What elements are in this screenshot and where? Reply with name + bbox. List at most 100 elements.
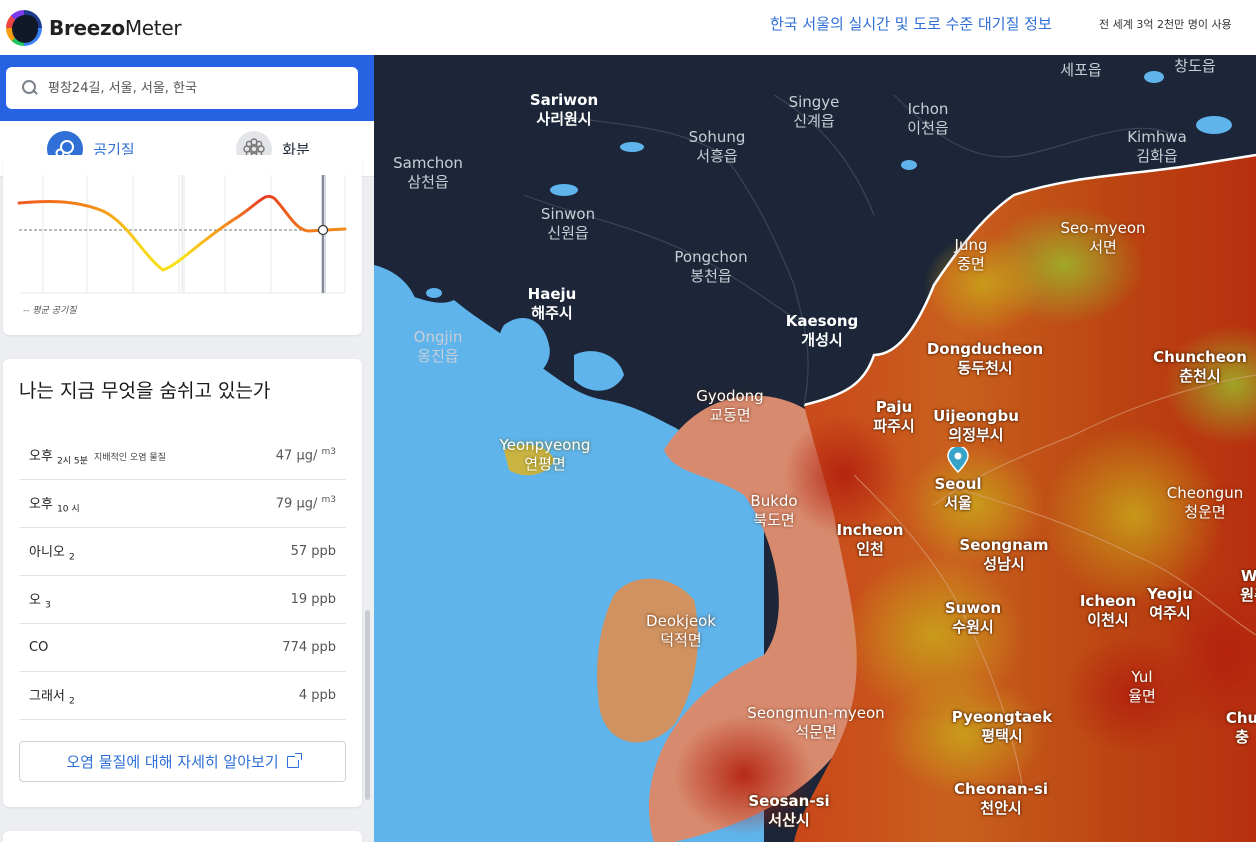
pollutant-row[interactable]: 그래서 2 4 ppb: [19, 672, 346, 720]
pollutant-row[interactable]: 오후 10 시 79 μg/ m3: [19, 480, 346, 528]
pollutant-row[interactable]: 아니오 2 57 ppb: [19, 528, 346, 576]
search-bar-container: [0, 55, 374, 121]
dominant-pollutant-tag: 지배적인 오염 물질: [93, 452, 166, 463]
pollutant-name: 오후 10 시: [29, 493, 80, 515]
map-label-sohung: Sohung 서흥읍: [688, 128, 746, 165]
pollutant-name: 오 3: [29, 589, 51, 611]
pollutant-value: 57 ppb: [290, 544, 336, 559]
map-label-incheon: Incheon 인천: [836, 521, 904, 558]
map-label-sariwon: Sariwon 사리원시: [529, 91, 599, 128]
map-label-seomyeon: Seo-myeon 서면: [1060, 219, 1146, 256]
pollutant-name-sub: 2: [69, 696, 75, 707]
logo-icon: [6, 9, 42, 46]
pollutant-name-main: 그래서: [29, 688, 65, 704]
pollutant-name: CO: [29, 640, 49, 655]
pollutant-name-main: 오: [29, 592, 41, 608]
map-label-yul: Yul 율면: [1128, 668, 1156, 705]
pollutant-row[interactable]: 오후 2시 5분 지배적인 오염 물질 47 μg/ m3: [19, 432, 346, 480]
map-label-kimhwa: Kimhwa 김화읍: [1127, 128, 1187, 165]
logo-text: BreezoMeter: [49, 15, 182, 40]
pollutant-row[interactable]: 오 3 19 ppb: [19, 576, 346, 624]
pollutant-name: 그래서 2: [29, 685, 75, 707]
pollutant-name-sub: 3: [45, 600, 51, 611]
header-subtitle: 전 세계 3억 2천만 명이 사용: [1099, 18, 1232, 31]
pollutant-value: 47 μg/ m3: [276, 447, 336, 463]
sea-inlet-2: [574, 351, 624, 391]
map-label-kaesong: Kaesong 개성시: [785, 312, 859, 349]
pollutant-row[interactable]: CO 774 ppb: [19, 624, 346, 672]
map-label-wo: Wo원주: [1240, 567, 1256, 604]
map-label-sepo: 세포읍: [1060, 61, 1102, 79]
map-label-ichon: Ichon 이천읍: [907, 100, 949, 137]
air-quality-map[interactable]: Sariwon 사리원시 Singye 신계읍 Ichon 이천읍 세포읍 창도읍 S…: [374, 55, 1256, 842]
learn-more-pollutants-button[interactable]: 오염 물질에 대해 자세히 알아보기: [19, 741, 346, 782]
learn-more-label: 오염 물질에 대해 자세히 알아보기: [66, 753, 279, 771]
map-label-seongnam: Seongnam 성남시: [959, 536, 1049, 573]
current-point: [317, 224, 329, 236]
map-label-chuncheon: Chuncheon 춘천시: [1153, 348, 1247, 385]
map-label-jung: Jung 중면: [954, 236, 988, 273]
pollutant-name-main: 오후: [29, 496, 53, 512]
side-panel: 공기질 화분: [0, 55, 374, 842]
search-icon: [22, 80, 38, 96]
pollutant-unit-sup: m3: [321, 495, 337, 506]
map-label-samchon: Samchon 삼천읍: [393, 154, 463, 191]
map-label-seosan: Seosan-si 서산시: [748, 792, 830, 829]
pollutant-name: 아니오 2: [29, 541, 75, 563]
map-label-pyeongtaek: Pyeongtaek 평택시: [951, 708, 1053, 745]
logo-light: Meter: [124, 15, 182, 40]
pollutant-name-sub: 10 시: [57, 504, 80, 515]
pollutant-value: 4 ppb: [298, 688, 336, 703]
map-label-ongjin: Ongjin 옹진읍: [413, 328, 463, 365]
external-link-icon: [286, 752, 302, 768]
location-pin-icon[interactable]: [945, 447, 971, 473]
air-quality-trend-chart[interactable]: [3, 155, 362, 295]
pollutant-value-text: 79 μg/: [275, 496, 318, 512]
map-label-pongchon: Pongchon 봉천읍: [674, 248, 748, 285]
logo-bold: Breezo: [49, 15, 125, 40]
map-label-cheonan: Cheonan-si 천안시: [954, 780, 1048, 817]
map-label-uijeongbu: Uijeongbu 의정부시: [933, 407, 1019, 444]
map-label-seongmun: Seongmun-myeon 석문면: [747, 704, 885, 741]
pollutant-name-sub: 2: [69, 552, 75, 563]
map-label-deokjeok: Deokjeok 덕적면: [646, 612, 716, 649]
top-header: BreezoMeter 한국 서울의 실시간 및 도로 수준 대기질 정보 전 …: [0, 0, 1256, 55]
map-label-sinwon: Sinwon 신원읍: [540, 205, 596, 242]
night-shade: [181, 175, 185, 293]
map-label-chu: Chu 충: [1225, 709, 1256, 746]
map-label-yeoju: Yeoju 여주시: [1147, 585, 1193, 622]
pollutant-list: 오후 2시 5분 지배적인 오염 물질 47 μg/ m3 오후 10 시 79 …: [19, 432, 346, 720]
chart-legend-label: 평균 공기질: [32, 306, 77, 316]
pollutant-name: 오후 2시 5분 지배적인 오염 물질: [29, 445, 166, 467]
map-label-paju: Paju 파주시: [873, 398, 915, 435]
pollutant-name-sub: 2시 5분: [57, 456, 88, 467]
air-quality-chart-card: -- 평균 공기질: [3, 155, 362, 335]
pollutant-value: 774 ppb: [282, 640, 336, 655]
pollutant-name-main: 아니오: [29, 544, 65, 560]
map-label-gyodong: Gyodong 교동면: [696, 387, 764, 424]
panel-scrollbar[interactable]: [365, 610, 370, 800]
pollutants-title: 나는 지금 무엇을 숨쉬고 있는가: [19, 380, 271, 402]
chart-legend: -- 평균 공기질: [23, 306, 77, 316]
next-card-peek: [3, 831, 362, 842]
map-label-changdo: 창도읍: [1174, 57, 1216, 75]
map-label-seoul: Seoul 서울: [934, 475, 982, 512]
map-label-singye: Singye 신계읍: [788, 93, 840, 130]
map-label-yeonpyeong: Yeonpyeong 연평면: [499, 436, 591, 473]
pollutant-value: 79 μg/ m3: [276, 495, 336, 511]
search-box[interactable]: [6, 67, 358, 109]
map-label-suwon: Suwon 수원시: [944, 599, 1002, 636]
breezometer-logo[interactable]: BreezoMeter: [6, 9, 182, 46]
map-label-dongducheon: Dongducheon 동두천시: [926, 340, 1044, 377]
map-label-bukdo: Bukdo 북도면: [750, 492, 798, 529]
pollutant-value: 19 ppb: [290, 592, 336, 607]
map-label-haeju: Haeju 해주시: [527, 285, 577, 322]
pollutant-name-main: 오후: [29, 448, 53, 464]
pollutant-unit-sup: m3: [321, 447, 337, 458]
map-label-icheon: Icheon 이천시: [1079, 592, 1137, 629]
pollutants-card: 나는 지금 무엇을 숨쉬고 있는가 오후 2시 5분 지배적인 오염 물질 47 …: [3, 359, 362, 807]
search-input[interactable]: [48, 80, 328, 96]
pollutant-value-text: 47 μg/: [275, 448, 318, 464]
header-title-link[interactable]: 한국 서울의 실시간 및 도로 수준 대기질 정보: [770, 13, 1052, 34]
map-label-cheongun: Cheongun 청운면: [1166, 484, 1244, 521]
